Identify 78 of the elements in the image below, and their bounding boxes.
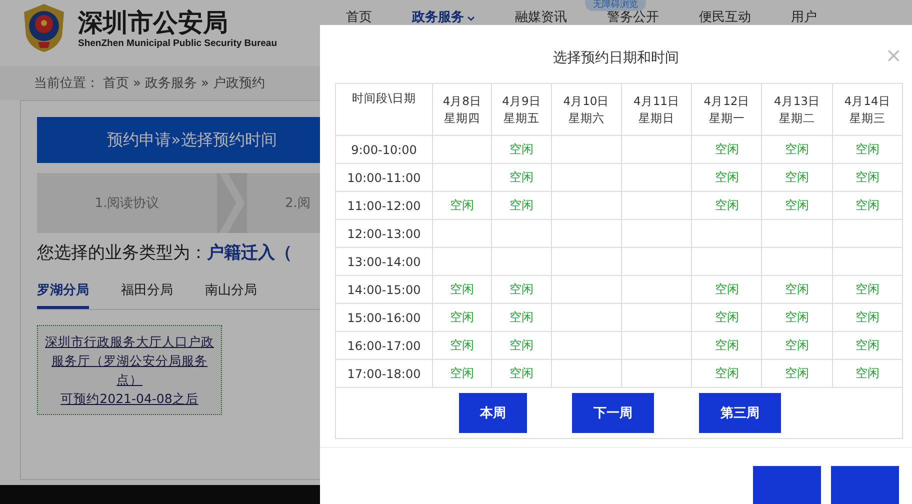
branch-tab[interactable]: 南山分局 [205,278,257,309]
slot-cell[interactable]: 空闲 [432,304,492,332]
slot-cell[interactable]: 空闲 [832,164,902,192]
slot-cell[interactable]: 空闲 [492,136,552,164]
breadcrumb-separator: » [133,76,141,90]
table-header-cell: 4月12日 星期一 [692,84,762,136]
slot-cell[interactable]: 空闲 [762,304,832,332]
branch-tab[interactable]: 罗湖分局 [37,278,89,309]
business-type-value: 户籍迁入（ [207,242,292,264]
time-cell: 12:00-13:00 [336,220,432,248]
breadcrumb-link[interactable]: 首页 [103,74,129,92]
time-cell: 14:00-15:00 [336,276,432,304]
slot-cell[interactable]: 空闲 [762,276,832,304]
slot-cell[interactable]: 空闲 [432,192,492,220]
breadcrumb-separator: » [200,76,209,90]
time-cell: 10:00-11:00 [336,164,432,192]
breadcrumb-label: 当前位置： [34,75,99,92]
slot-cell[interactable]: 空闲 [832,332,902,360]
slot-cell[interactable]: 空闲 [832,136,902,164]
business-type-label: 您选择的业务类型为： [37,242,207,264]
slot-cell[interactable]: 空闲 [762,192,832,220]
breadcrumb-link[interactable]: 政务服务 [144,74,197,92]
slot-cell[interactable]: 空闲 [692,276,762,304]
site-subtitle: ShenZhen Municipal Public Security Bureau [78,38,278,48]
close-button[interactable]: × [885,43,902,67]
time-cell: 13:00-14:00 [336,248,432,276]
slot-cell[interactable]: 空闲 [492,304,552,332]
time-cell: 15:00-16:00 [336,304,432,332]
slot-cell[interactable]: 空闲 [432,332,492,360]
slot-cell[interactable]: 空闲 [692,332,762,360]
slot-cell[interactable]: 空闲 [432,360,492,388]
site-title: 深圳市公安局 [78,8,229,38]
nav-item[interactable]: 用户 [791,11,817,25]
table-header-cell: 4月14日 星期三 [832,84,902,136]
time-cell: 9:00-10:00 [336,136,432,164]
week-button[interactable]: 本周 [459,393,527,433]
slot-cell[interactable]: 空闲 [762,164,832,192]
slot-cell[interactable]: 空闲 [762,332,832,360]
table-header-cell: 4月11日 星期日 [621,84,692,136]
slot-cell[interactable]: 空闲 [432,276,492,304]
week-button[interactable]: 第三周 [699,393,781,433]
slot-cell[interactable]: 空闲 [762,360,832,388]
nav-item[interactable]: 首页 [346,11,372,25]
table-header-cell: 时间段\日期 [336,84,432,136]
slot-cell[interactable]: 空闲 [692,164,762,192]
table-header-cell: 4月10日 星期六 [551,84,622,136]
slot-cell[interactable]: 空闲 [692,192,762,220]
slot-cell[interactable]: 空闲 [492,192,552,220]
dialog-button[interactable] [753,466,821,504]
branch-tab[interactable]: 福田分局 [121,278,173,309]
slot-cell[interactable]: 空闲 [692,304,762,332]
dialog-title: 选择预约日期和时间 [553,49,679,67]
nav-item[interactable]: 融媒资讯 [515,11,567,25]
nav-item[interactable]: 警务公开 [607,11,659,25]
slot-cell[interactable]: 空闲 [492,360,552,388]
step-label: 1.阅读协议 [94,195,160,212]
slot-cell[interactable]: 空闲 [832,360,902,388]
week-button[interactable]: 下一周 [572,393,654,433]
table-header-cell: 4月13日 星期二 [762,84,832,136]
nav-item[interactable]: 政务服务 [412,11,475,25]
time-cell: 16:00-17:00 [336,332,432,360]
step-label: 2.阅 [285,195,310,212]
slot-cell[interactable]: 空闲 [832,276,902,304]
slot-cell[interactable]: 空闲 [832,192,902,220]
slot-cell[interactable]: 空闲 [492,332,552,360]
slot-cell[interactable]: 空闲 [692,136,762,164]
nav-item[interactable]: 便民互动 [699,11,751,25]
table-header-cell: 4月8日 星期四 [432,84,492,136]
slot-cell[interactable]: 空闲 [832,304,902,332]
table-header-cell: 4月9日 星期五 [492,84,552,136]
slot-cell[interactable]: 空闲 [492,164,552,192]
time-cell: 11:00-12:00 [336,192,432,220]
slot-cell[interactable]: 空闲 [762,136,832,164]
slot-cell[interactable]: 空闲 [492,276,552,304]
slot-cell[interactable]: 空闲 [692,360,762,388]
dialog-button[interactable] [831,466,899,504]
time-cell: 17:00-18:00 [336,360,432,388]
breadcrumb-link[interactable]: 户政预约 [212,74,265,92]
